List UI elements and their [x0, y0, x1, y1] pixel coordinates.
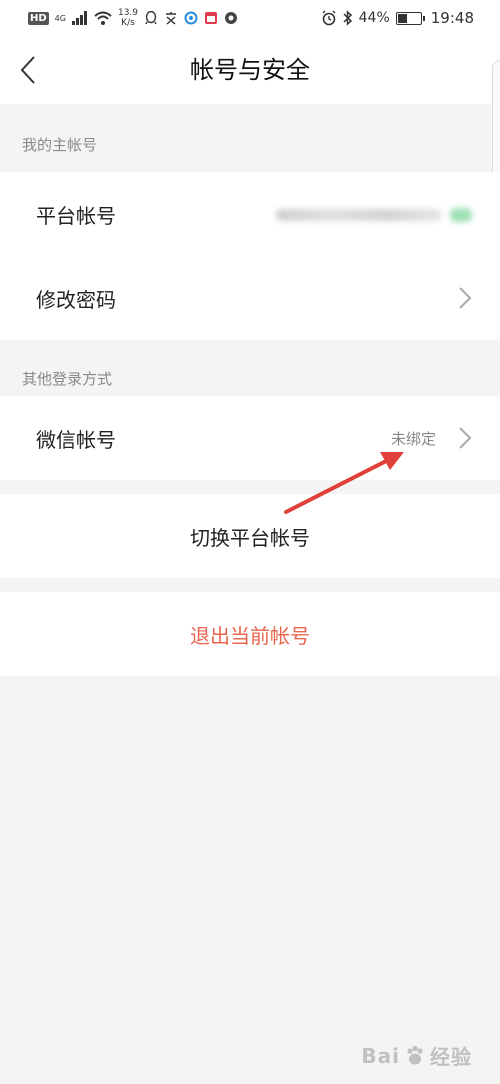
network-speed-value: 13.9	[117, 8, 139, 18]
row-platform-account[interactable]: 平台帐号	[0, 172, 500, 256]
chevron-right-icon	[459, 287, 472, 309]
chevron-right-icon	[459, 427, 472, 449]
logout-label: 退出当前帐号	[190, 623, 310, 648]
battery-percentage: 44%	[358, 10, 390, 26]
watermark-text-2: 经验	[430, 1045, 472, 1069]
row-wechat-account[interactable]: 微信帐号 未绑定	[0, 396, 500, 480]
platform-account-label: 平台帐号	[36, 203, 116, 228]
calendar-icon	[205, 12, 218, 24]
switch-account-button[interactable]: 切换平台帐号	[0, 494, 500, 578]
alarm-icon	[322, 10, 336, 26]
hd-indicator: HD	[28, 11, 49, 25]
network-speed-unit: K/s	[121, 18, 135, 28]
navigation-bar: 帐号与安全	[0, 36, 500, 104]
switch-account-label: 切换平台帐号	[190, 525, 310, 550]
wifi-icon	[94, 11, 112, 25]
browser-icon	[184, 11, 198, 25]
network-speed: 13.9 K/s	[118, 8, 138, 28]
row-change-password[interactable]: 修改密码	[0, 256, 500, 340]
battery-fill	[397, 13, 407, 23]
wechat-account-label: 微信帐号	[36, 427, 116, 452]
vpn-icon	[225, 12, 238, 24]
bluetooth-icon	[343, 10, 352, 26]
network-type: 4G	[54, 13, 66, 23]
status-bar: HD 4G 13.9 K/s 44% 19:48	[0, 0, 500, 36]
battery-icon	[395, 11, 425, 25]
section-header-main-account: 我的主帐号	[22, 136, 98, 154]
platform-account-value-blurred	[276, 206, 472, 224]
wechat-binding-status: 未绑定	[390, 429, 436, 448]
watermark: Bai 经验	[361, 1041, 472, 1070]
signal-icon	[71, 11, 87, 25]
watermark-text: Bai	[361, 1043, 400, 1068]
qq-icon	[145, 11, 157, 25]
clock: 19:48	[430, 9, 474, 27]
app-icon	[166, 12, 177, 25]
change-password-label: 修改密码	[36, 287, 116, 312]
status-bar-left: HD 4G 13.9 K/s	[28, 8, 238, 28]
logout-button[interactable]: 退出当前帐号	[0, 592, 500, 676]
page-title: 帐号与安全	[190, 56, 310, 84]
blurred-account-text	[276, 209, 442, 221]
baidu-paw-icon	[407, 1045, 423, 1064]
check-icon	[450, 208, 472, 222]
section-header-other-login: 其他登录方式	[22, 370, 113, 388]
status-bar-right: 44% 19:48	[321, 9, 474, 27]
